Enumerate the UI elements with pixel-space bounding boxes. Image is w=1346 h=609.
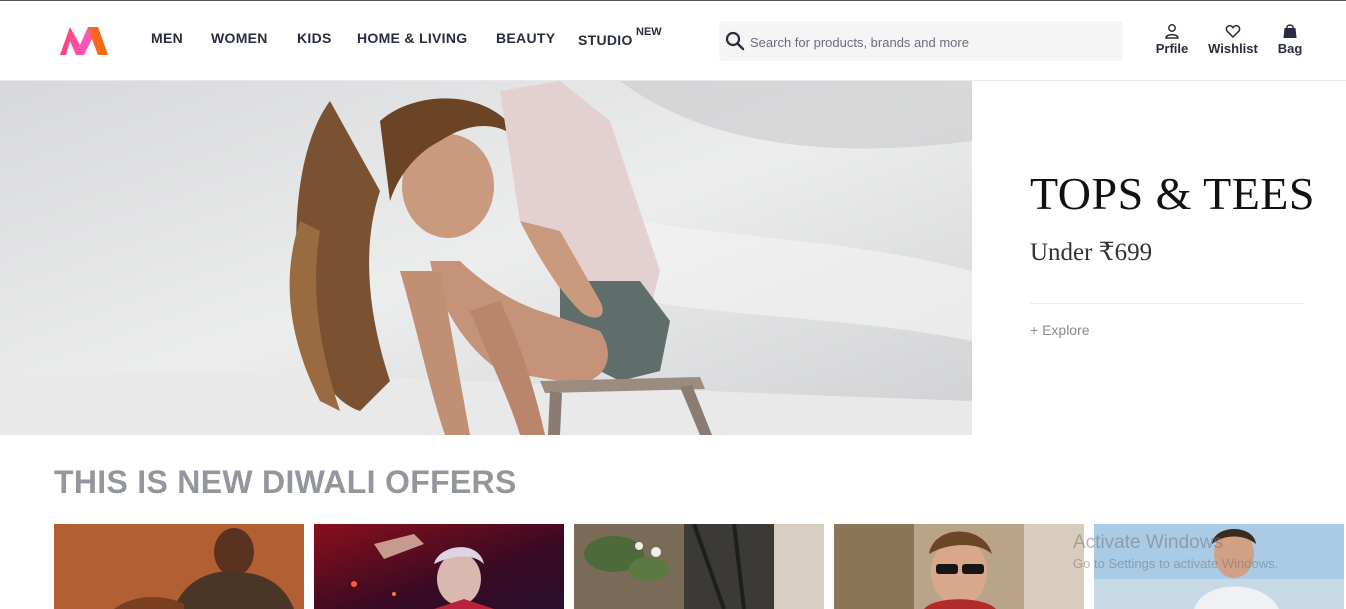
profile-label: Prfile — [1155, 41, 1189, 56]
nav-beauty[interactable]: BEAUTY — [496, 30, 555, 46]
bag-label: Bag — [1277, 41, 1303, 56]
hero-text-panel: TOPS & TEES Under ₹699 + Explore — [972, 81, 1346, 435]
hero-image[interactable] — [0, 81, 972, 435]
nav-kids[interactable]: KIDS — [297, 30, 332, 46]
nav-men[interactable]: MEN — [151, 30, 183, 46]
nav-women[interactable]: WOMEN — [211, 30, 268, 46]
explore-link[interactable]: + Explore — [1030, 322, 1090, 338]
profile-icon — [1165, 24, 1179, 39]
search-icon[interactable] — [725, 31, 745, 51]
wishlist-label: Wishlist — [1208, 41, 1258, 56]
nav-studio[interactable]: STUDIO — [578, 32, 633, 48]
site-header: MEN WOMEN KIDS HOME & LIVING BEAUTY STUD… — [0, 1, 1346, 81]
bag-icon — [1283, 24, 1297, 38]
search-bar — [719, 21, 1123, 63]
bag-button[interactable]: Bag — [1276, 23, 1304, 56]
hero-subtitle: Under ₹699 — [1030, 239, 1153, 266]
hero-banner: TOPS & TEES Under ₹699 + Explore — [0, 81, 1346, 435]
wishlist-button[interactable]: Wishlist — [1206, 23, 1260, 56]
heart-icon — [1225, 24, 1241, 39]
hero-divider — [1030, 303, 1304, 304]
nav-studio-new-badge: NEW — [636, 26, 662, 38]
profile-button[interactable]: Prfile — [1154, 23, 1190, 56]
offer-card-3[interactable] — [574, 524, 824, 609]
nav-home-living[interactable]: HOME & LIVING — [357, 30, 467, 46]
hero-title: TOPS & TEES — [1030, 168, 1315, 219]
myntra-logo[interactable] — [58, 23, 110, 57]
offer-card-2[interactable] — [314, 524, 564, 609]
offer-card-4[interactable] — [834, 524, 1084, 609]
search-input[interactable] — [748, 21, 1122, 63]
offers-section-title: THIS IS NEW DIWALI OFFERS — [54, 464, 517, 500]
offer-card-1[interactable] — [54, 524, 304, 609]
offer-card-5[interactable] — [1094, 524, 1344, 609]
